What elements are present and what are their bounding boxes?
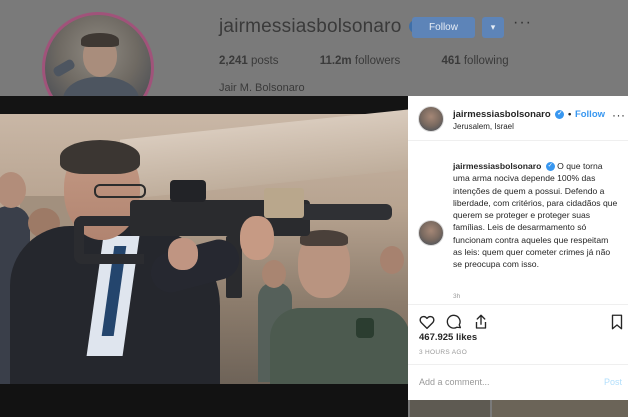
image-bottom-band [0,384,408,417]
chevron-down-icon[interactable]: ▾ [482,17,504,38]
post-header: jairmessiasbolsonaro ✓ • Follow Jerusale… [408,96,628,141]
profile-username-row: jairmessiasbolsonaro ✓ [219,16,422,38]
avatar-hair [81,33,119,47]
profile-more-options-icon[interactable]: ··· [513,14,532,32]
post-follow-button[interactable]: Follow [575,109,605,120]
posts-label: posts [250,55,279,67]
profile-follow-button[interactable]: Follow [412,17,475,38]
image-gun-accessory [264,188,304,218]
comment-input[interactable] [419,377,579,387]
image-top-band [0,96,408,114]
image-gun-barrel [300,204,392,220]
image-officer-patch [356,318,374,338]
image-main-man-hair [60,140,140,174]
caption-username[interactable]: jairmessiasbolsonaro [453,161,541,171]
post-comment-button[interactable]: Post [604,377,622,387]
image-hand-grip [168,238,198,270]
image-glasses [94,184,146,198]
post-author-avatar[interactable] [418,106,444,132]
verified-badge-icon: ✓ [555,109,565,119]
bookmark-icon[interactable] [608,313,626,331]
comment-bar: Post [408,364,628,400]
likes-count[interactable]: 467.925 likes [419,332,477,343]
image-person-middle-head [262,260,286,288]
caption-age: 3h [453,293,461,300]
caption-author-avatar[interactable] [418,220,444,246]
share-icon[interactable] [472,313,490,331]
post-image[interactable] [0,96,408,417]
caption-text: O que torna uma arma nociva depende 100%… [453,161,618,270]
following-stat[interactable]: 461 following [441,55,508,67]
verified-badge-icon: ✓ [545,162,555,172]
followers-count: 11.2m [319,55,352,67]
following-label: following [463,55,509,67]
avatar-arm [51,58,77,78]
post-caption: jairmessiasbolsonaro ✓ O que torna uma a… [453,160,619,271]
instagram-post-modal-screen: jairmessiasbolsonaro ✓ Follow ▾ ··· 2,24… [0,0,628,417]
post-actions-bar [408,304,628,332]
image-person-background-head [380,246,404,274]
grid-thumbnail[interactable] [492,398,628,417]
followers-label: followers [354,55,401,67]
post-author-username[interactable]: jairmessiasbolsonaro [453,109,551,120]
image-gun-sight [170,180,206,202]
separator-dot: • [567,109,572,120]
posts-stat: 2,241 posts [219,55,278,67]
post-timestamp: 3 HOURS AGO [419,349,468,356]
heart-icon[interactable] [418,313,436,331]
profile-full-name: Jair M. Bolsonaro [219,82,305,94]
following-count: 461 [441,55,461,67]
post-more-options-icon[interactable]: ··· [612,108,626,122]
comment-icon[interactable] [445,313,463,331]
grid-thumbnail[interactable] [410,398,490,417]
posts-count: 2,241 [219,55,248,67]
followers-stat[interactable]: 11.2m followers [320,55,401,67]
post-side-panel: jairmessiasbolsonaro ✓ • Follow Jerusale… [408,96,628,400]
post-location[interactable]: Jerusalem, Israel [453,122,514,131]
image-hand-front [240,216,274,260]
profile-stats: 2,241 posts 11.2m followers 461 followin… [219,55,547,67]
post-header-user-row: jairmessiasbolsonaro ✓ • Follow [453,109,605,120]
profile-username: jairmessiasbolsonaro [219,16,402,37]
